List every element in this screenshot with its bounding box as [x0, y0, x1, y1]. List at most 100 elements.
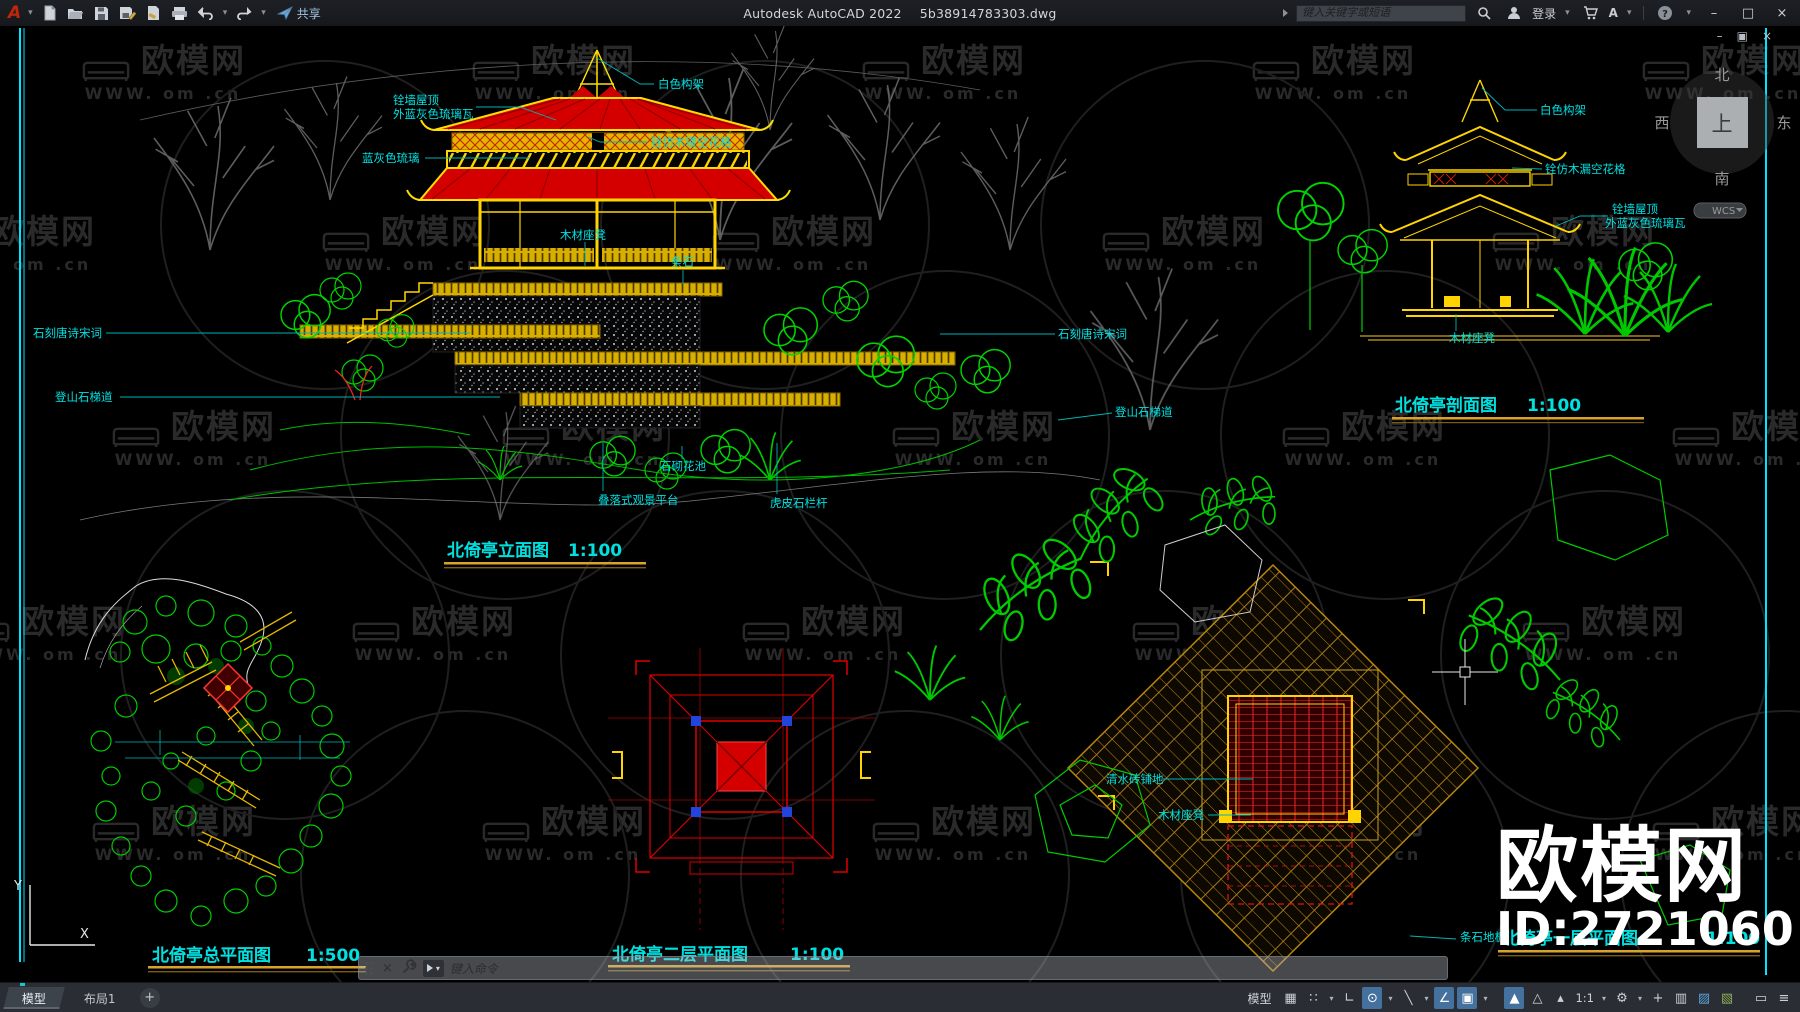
- open-file-button[interactable]: [64, 3, 88, 23]
- hardware-acceleration-toggle[interactable]: ▧: [1717, 987, 1737, 1009]
- clean-screen-toggle[interactable]: ▭: [1751, 987, 1771, 1009]
- app-store-cart-icon[interactable]: [1579, 3, 1603, 23]
- annotation-monitor-toggle[interactable]: +: [1648, 987, 1668, 1009]
- minimize-button[interactable]: –: [1700, 2, 1728, 24]
- save-as-button[interactable]: [116, 3, 140, 23]
- section-view: 白色构架 铨仿木漏空花格 铨墙屋顶 外蓝灰色琉璃瓦 木材座凳 北倚亭剖面图 1:…: [1277, 79, 1714, 424]
- grid-toggle[interactable]: ▦: [1280, 987, 1300, 1009]
- site-watermark: 欧模网 ID:2721060: [1496, 819, 1794, 953]
- svg-text:北倚亭总平面图: 北倚亭总平面图: [152, 945, 271, 966]
- redo-caret-icon[interactable]: ▾: [258, 8, 269, 18]
- customization-menu-button[interactable]: ≡: [1774, 987, 1794, 1009]
- label-white-frame: 白色构架: [658, 77, 704, 91]
- site-plan-view: 北倚亭总平面图 1:500: [84, 578, 366, 973]
- help-caret-icon[interactable]: ▾: [1683, 8, 1694, 18]
- snap-toggle[interactable]: ∷: [1303, 987, 1323, 1009]
- svg-text:北倚亭剖面图: 北倚亭剖面图: [1395, 395, 1497, 416]
- viewcube-north[interactable]: 北: [1714, 66, 1729, 84]
- file-name: 5b38914783303.dwg: [919, 5, 1057, 21]
- autodesk-app-icon[interactable]: A: [1609, 6, 1618, 20]
- viewcube[interactable]: 上 北 西 东 南 WCS: [1654, 66, 1792, 219]
- doc-restore-button[interactable]: ▣: [1737, 29, 1748, 43]
- isodraft-caret-icon[interactable]: ▾: [1421, 987, 1431, 1009]
- viewcube-south[interactable]: 南: [1714, 170, 1729, 188]
- annotation-scale-icon[interactable]: ▴: [1550, 987, 1570, 1009]
- tab-model[interactable]: 模型: [3, 986, 65, 1009]
- watermark-brand: 欧模网: [1496, 819, 1749, 914]
- close-button[interactable]: ×: [1768, 2, 1796, 24]
- graphics-performance-toggle[interactable]: ▨: [1694, 987, 1714, 1009]
- viewcube-east[interactable]: 东: [1776, 114, 1791, 132]
- customize-wrench-icon[interactable]: [402, 958, 417, 978]
- label-steps-right: 登山石梯道: [1115, 405, 1173, 419]
- help-icon[interactable]: ?: [1653, 3, 1677, 23]
- viewcube-west[interactable]: 西: [1654, 114, 1669, 132]
- command-input[interactable]: 键入命令: [450, 960, 498, 977]
- maximize-button[interactable]: □: [1734, 2, 1762, 24]
- label-brick-paving: 清水砖铺地: [1106, 772, 1164, 786]
- print-button[interactable]: [168, 3, 192, 23]
- annotation-visibility-toggle[interactable]: ▲: [1504, 987, 1525, 1009]
- label-glaze: 蓝灰色琉璃: [362, 151, 420, 165]
- user-icon[interactable]: [1502, 3, 1526, 23]
- share-button[interactable]: 共享: [271, 5, 327, 22]
- viewcube-top[interactable]: 上: [1712, 112, 1733, 136]
- annotation-scale-value[interactable]: 1:1: [1573, 987, 1596, 1009]
- svg-text:1:500: 1:500: [306, 946, 360, 966]
- status-bar: 模型 布局1 + 模型 ▦ ∷ ▾ ∟ ⊙ ▾ ╲ ▾ ∠ ▣ ▾ ▲ △ ▴ …: [0, 982, 1800, 1012]
- search-icon[interactable]: [1472, 3, 1496, 23]
- command-bar-grip[interactable]: [365, 961, 373, 975]
- label-roof-line2: 外蓝灰色琉璃瓦: [393, 107, 474, 121]
- polar-caret-icon[interactable]: ▾: [1385, 987, 1395, 1009]
- label-section-lattice: 铨仿木漏空花格: [1545, 162, 1626, 176]
- scale-caret-icon[interactable]: ▾: [1599, 987, 1609, 1009]
- annotation-autoscale-toggle[interactable]: △: [1527, 987, 1547, 1009]
- add-layout-button[interactable]: +: [139, 987, 160, 1008]
- save-button[interactable]: [90, 3, 114, 23]
- section-title: 北倚亭剖面图 1:100: [1392, 395, 1644, 424]
- label-platform: 叠落式观景平台: [598, 493, 679, 507]
- sign-in-button[interactable]: 登录: [1532, 5, 1556, 22]
- isodraft-toggle[interactable]: ╲: [1398, 987, 1418, 1009]
- elevation-title: 北倚亭立面图 1:100: [444, 540, 646, 569]
- site-plan-title: 北倚亭总平面图 1:500: [148, 945, 366, 973]
- ortho-toggle[interactable]: ∟: [1339, 987, 1359, 1009]
- command-bar[interactable]: × ▾ 键入命令: [358, 956, 1448, 980]
- app-caret-icon[interactable]: ▾: [1624, 8, 1635, 18]
- document-window-controls: – ▣ ×: [1717, 29, 1772, 43]
- undo-caret-icon[interactable]: ▾: [220, 8, 231, 18]
- search-collapse-icon[interactable]: [1283, 9, 1289, 17]
- object-snap-tracking-toggle[interactable]: ∠: [1434, 987, 1455, 1009]
- search-input[interactable]: [1296, 4, 1467, 22]
- command-prompt-icon[interactable]: ▾: [422, 959, 444, 977]
- plot-stamp-button[interactable]: [142, 3, 166, 23]
- workspace-caret-icon[interactable]: ▾: [1635, 987, 1645, 1009]
- osnap-caret-icon[interactable]: ▾: [1480, 987, 1490, 1009]
- object-snap-toggle[interactable]: ▣: [1457, 987, 1478, 1009]
- ucs-icon[interactable]: X Y: [13, 879, 95, 946]
- workspace-gear-icon[interactable]: ⚙: [1612, 987, 1632, 1009]
- label-flower-bed: 石砌花池: [660, 459, 706, 473]
- command-caret-icon[interactable]: ▾: [436, 964, 440, 973]
- new-file-button[interactable]: [38, 3, 62, 23]
- undo-button[interactable]: [194, 3, 218, 23]
- snap-caret-icon[interactable]: ▾: [1326, 987, 1336, 1009]
- status-model-label: 模型: [1247, 991, 1272, 1006]
- sign-in-caret-icon[interactable]: ▾: [1562, 8, 1573, 18]
- doc-close-button[interactable]: ×: [1762, 29, 1772, 43]
- label-section-white-frame: 白色构架: [1540, 103, 1586, 117]
- share-label: 共享: [296, 6, 321, 21]
- label-roof-line1: 铨墙屋顶: [393, 93, 439, 107]
- label-section-roof2: 外蓝灰色琉璃瓦: [1605, 216, 1686, 230]
- isolate-objects-toggle[interactable]: ▥: [1671, 987, 1691, 1009]
- tab-indicator: [20, 983, 25, 986]
- autocad-logo-icon[interactable]: A: [6, 3, 23, 23]
- redo-button[interactable]: [232, 3, 256, 23]
- polar-tracking-toggle[interactable]: ⊙: [1362, 987, 1383, 1009]
- command-close-icon[interactable]: ×: [379, 961, 396, 976]
- tab-layout1[interactable]: 布局1: [65, 987, 134, 1009]
- drawing-canvas[interactable]: 欧模网 WWW. om .cn 欧模网 WWW. om .cn 欧模网 WWW. om .…: [0, 26, 1800, 982]
- app-menu-caret-icon[interactable]: ▾: [25, 8, 36, 18]
- doc-minimize-button[interactable]: –: [1717, 29, 1723, 43]
- wcs-label[interactable]: WCS: [1712, 206, 1735, 217]
